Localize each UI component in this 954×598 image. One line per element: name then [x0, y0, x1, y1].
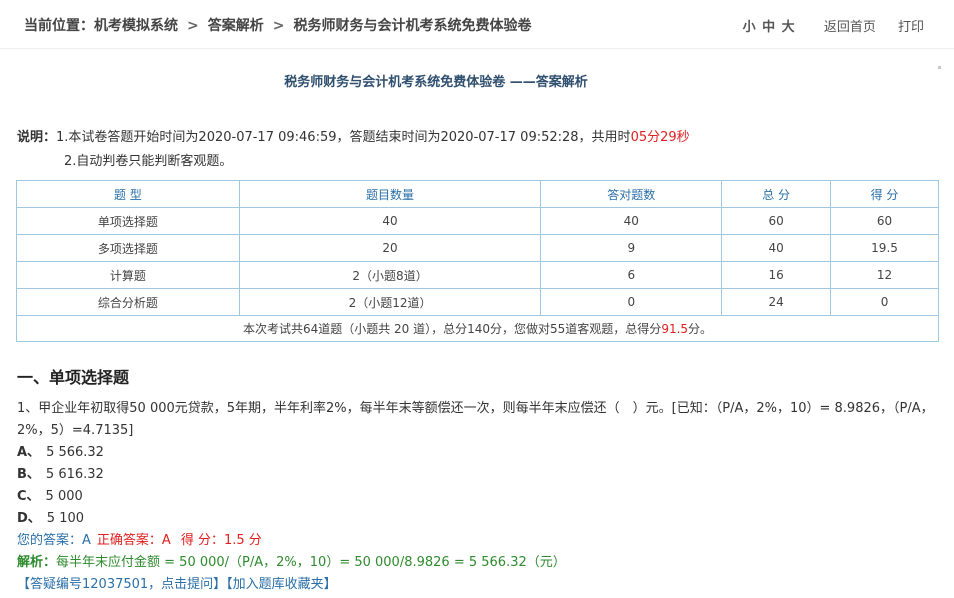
font-size-switch[interactable]: 小 中 大 — [743, 20, 796, 35]
option-key: D、 — [17, 511, 41, 526]
table-cell: 40 — [238, 207, 542, 235]
chevron-right-icon: > — [272, 18, 285, 34]
table-cell: 2（小题12道） — [238, 288, 542, 316]
table-header: 得 分 — [830, 180, 939, 208]
question-stem: 1、甲企业年初取得50 000元贷款，5年期，半年利率2%，每半年末等额偿还一次… — [17, 401, 934, 438]
option-c: C、 5 000 — [17, 486, 935, 508]
decorative-dot — [938, 66, 941, 69]
question-block: 1、甲企业年初取得50 000元贷款，5年期，半年利率2%，每半年末等额偿还一次… — [17, 398, 935, 596]
table-cell: 60 — [830, 207, 939, 235]
answer-line: 您的答案：A 正确答案：A 得 分：1.5 分 — [17, 530, 935, 552]
table-header: 答对题数 — [540, 180, 723, 208]
breadcrumb-item-answer-analysis[interactable]: 答案解析 — [208, 18, 264, 34]
option-text: 5 616.32 — [45, 467, 104, 482]
explanation: 解析：每半年末应付金额 = 50 000/（P/A，2%，10）= 50 000… — [17, 552, 935, 574]
table-cell: 16 — [721, 261, 832, 289]
breadcrumb-item-current: 税务师财务与会计机考系统免费体验卷 — [293, 18, 532, 34]
table-summary: 本次考试共64道题（小题共 20 道），总分140分，您做对55道客观题，总得分… — [16, 315, 939, 342]
table-row: 综合分析题 2（小题12道） 0 24 0 — [16, 288, 939, 316]
correct-answer: 正确答案：A — [96, 533, 171, 548]
table-cell: 9 — [540, 234, 723, 262]
page-title: 税务师财务与会计机考系统免费体验卷 ——答案解析 — [284, 75, 588, 90]
summary-text: 本次考试共64道题（小题共 20 道），总分140分，您做对55道客观题，总得分 — [242, 322, 662, 336]
table-header: 题目数量 — [238, 180, 542, 208]
option-a: A、 5 566.32 — [17, 442, 935, 464]
table-cell: 综合分析题 — [16, 288, 240, 316]
top-bar: 当前位置：机考模拟系统 > 答案解析 > 税务师财务与会计机考系统免费体验卷 小 中 大… — [0, 0, 954, 48]
table-cell: 单项选择题 — [16, 207, 240, 235]
option-key: C、 — [17, 489, 40, 504]
table-cell: 0 — [830, 288, 939, 316]
question-score: 得 分：1.5 分 — [180, 533, 262, 548]
table-row: 计算题 2（小题8道） 6 16 12 — [16, 261, 939, 289]
breadcrumb-prefix: 当前位置： — [24, 18, 94, 34]
top-actions: 小 中 大 返回首页 打印 — [743, 16, 924, 35]
table-cell: 40 — [721, 234, 832, 262]
table-cell: 20 — [238, 234, 542, 262]
summary-suffix: 分。 — [688, 322, 713, 336]
table-cell: 12 — [830, 261, 939, 289]
option-text: 5 566.32 — [46, 445, 104, 460]
table-row: 多项选择题 20 9 40 19.5 — [16, 234, 939, 262]
option-key: A、 — [17, 445, 41, 460]
add-favorite-link[interactable]: 【加入题库收藏夹】 — [226, 577, 337, 592]
table-cell: 2（小题8道） — [238, 261, 542, 289]
option-text: 5 100 — [46, 511, 85, 526]
option-b: B、 5 616.32 — [17, 464, 935, 486]
table-cell: 6 — [540, 261, 723, 289]
ask-question-link[interactable]: 【答疑编号12037501，点击提问】 — [17, 577, 226, 592]
table-cell: 0 — [540, 288, 723, 316]
table-cell: 40 — [540, 207, 723, 235]
table-header: 总 分 — [721, 180, 832, 208]
table-cell: 24 — [721, 288, 832, 316]
table-cell: 计算题 — [16, 261, 240, 289]
your-answer: 您的答案：A — [17, 533, 91, 548]
table-cell: 19.5 — [830, 234, 939, 262]
table-cell: 多项选择题 — [16, 234, 240, 262]
section-title: 一、单项选择题 — [17, 368, 130, 387]
top-divider — [0, 48, 954, 49]
option-key: B、 — [17, 467, 40, 482]
question-links: 【答疑编号12037501，点击提问】【加入题库收藏夹】 — [17, 574, 935, 596]
summary-score: 91.5 — [661, 322, 689, 336]
note-line-1: 说明：1.本试卷答题开始时间为2020-07-17 09:46:59，答题结束时… — [17, 126, 690, 150]
table-cell: 60 — [721, 207, 832, 235]
explanation-text: 每半年末应付金额 = 50 000/（P/A，2%，10）= 50 000/8.… — [56, 555, 566, 570]
breadcrumb: 当前位置：机考模拟系统 > 答案解析 > 税务师财务与会计机考系统免费体验卷 — [24, 15, 531, 35]
option-d: D、 5 100 — [17, 508, 935, 530]
note-label: 说明： — [17, 130, 57, 145]
table-header-row: 题 型 题目数量 答对题数 总 分 得 分 — [16, 180, 939, 208]
breadcrumb-item-exam-system[interactable]: 机考模拟系统 — [94, 18, 178, 34]
note-line1-text: 1.本试卷答题开始时间为2020-07-17 09:46:59，答题结束时间为2… — [56, 130, 631, 145]
exam-notes: 说明：1.本试卷答题开始时间为2020-07-17 09:46:59，答题结束时… — [17, 126, 690, 174]
home-link[interactable]: 返回首页 — [824, 20, 876, 35]
option-text: 5 000 — [45, 489, 83, 504]
print-link[interactable]: 打印 — [898, 20, 924, 35]
note-line-2: 2.自动判卷只能判断客观题。 — [64, 154, 233, 169]
explanation-label: 解析： — [17, 555, 57, 570]
note-duration: 05分29秒 — [630, 130, 690, 145]
chevron-right-icon: > — [187, 18, 199, 34]
table-summary-row: 本次考试共64道题（小题共 20 道），总分140分，您做对55道客观题，总得分… — [16, 315, 939, 342]
table-row: 单项选择题 40 40 60 60 — [16, 207, 939, 235]
table-header: 题 型 — [16, 180, 240, 208]
score-table: 题 型 题目数量 答对题数 总 分 得 分 单项选择题 40 40 60 60 … — [16, 180, 939, 342]
